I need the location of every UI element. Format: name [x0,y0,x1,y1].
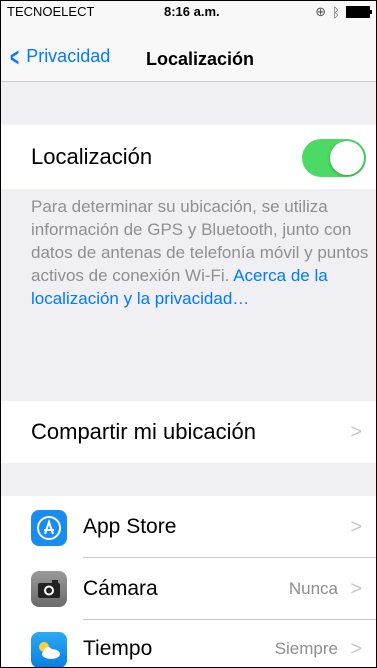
rotation-lock-icon: ⊕ [315,4,327,19]
weather-icon [31,632,67,667]
apps-list: App Store > Cámara Nunca > Tiempo Siempr… [1,496,376,667]
location-services-label: Localización [31,144,153,169]
status-icons: ⊕ ᛒ [315,4,372,20]
location-services-cell: Localización [1,125,376,189]
chevron-right-icon: > [350,638,362,660]
app-row-camera[interactable]: Cámara Nunca > [1,558,376,620]
back-button[interactable]: < Privacidad [7,41,111,72]
status-bar: TECNOELECT 8:16 a.m. ⊕ ᛒ [1,1,376,23]
chevron-left-icon: < [10,41,20,72]
app-name: Tiempo [83,637,153,660]
app-row-app-store[interactable]: App Store > [1,496,376,558]
carrier-name: TECNOELECT [7,4,95,19]
bluetooth-icon: ᛒ [332,4,340,20]
page-title: Localización [146,49,255,69]
app-row-weather[interactable]: Tiempo Siempre > [1,620,376,667]
back-button-label: Privacidad [26,46,111,66]
app-permission-value: Nunca [288,579,338,598]
settings-screen: TECNOELECT 8:16 a.m. ⊕ ᛒ < Privacidad Lo… [0,0,377,668]
chevron-right-icon: > [350,578,362,600]
location-description: Para determinar su ubicación, se utiliza… [31,195,369,310]
app-name: Cámara [83,577,158,600]
battery-icon [346,6,372,18]
app-name: App Store [83,515,177,538]
app-permission-value: Siempre [274,639,338,658]
chevron-right-icon: > [350,516,362,538]
share-location-cell[interactable]: Compartir mi ubicación > [1,401,376,463]
app-store-icon [31,510,67,546]
chevron-right-icon: > [350,421,362,443]
status-time: 8:16 a.m. [164,4,220,19]
navigation-bar: < Privacidad Localización [1,23,376,82]
location-services-toggle[interactable] [302,139,366,177]
toggle-knob [330,141,364,175]
share-location-label: Compartir mi ubicación [31,419,256,444]
camera-icon [31,571,67,607]
